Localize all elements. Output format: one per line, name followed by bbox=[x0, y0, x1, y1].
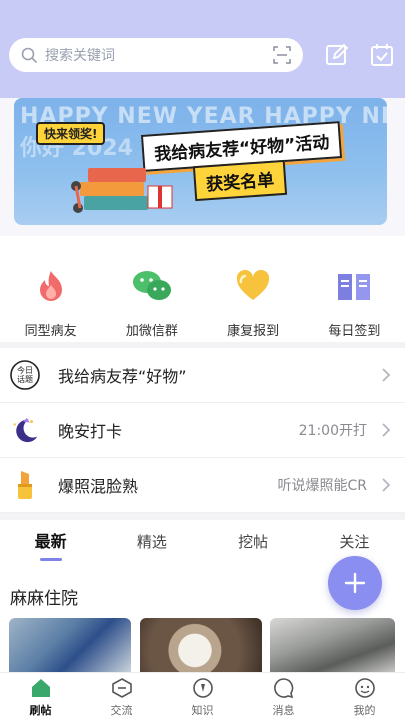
books-gift-illustration bbox=[71, 168, 173, 213]
banner-tag: 快来领奖! bbox=[36, 122, 106, 145]
list-item-meta: 听说爆照能CR bbox=[277, 478, 367, 494]
nav-label: 知识 bbox=[191, 704, 214, 717]
chevron-right-icon bbox=[382, 423, 391, 437]
nav-item-messages[interactable]: 消息 bbox=[243, 673, 324, 720]
svg-text:今日: 今日 bbox=[17, 365, 33, 375]
calendar-check-icon[interactable] bbox=[370, 43, 394, 67]
post-image[interactable] bbox=[270, 618, 395, 672]
chat-minus-icon bbox=[111, 678, 132, 698]
nav-item-profile[interactable]: 我的 bbox=[324, 673, 405, 720]
nav-label: 刷帖 bbox=[29, 704, 52, 717]
banner-subline: 获奖名单 bbox=[192, 159, 288, 202]
tab-label: 关注 bbox=[339, 533, 370, 551]
profile-icon bbox=[354, 678, 375, 698]
moon-icon bbox=[10, 415, 40, 445]
quick-item-label: 康复报到 bbox=[227, 324, 280, 339]
post-image[interactable] bbox=[140, 618, 262, 672]
quick-item-recovery[interactable]: 康复报到 bbox=[203, 236, 304, 342]
svg-text:话题: 话题 bbox=[17, 374, 33, 384]
wechat-icon bbox=[132, 266, 172, 306]
list-item-title: 我给病友荐“好物” bbox=[58, 367, 187, 386]
quick-item-wechat-group[interactable]: 加微信群 bbox=[101, 236, 202, 342]
edit-icon[interactable] bbox=[325, 43, 349, 67]
tab-label: 最新 bbox=[34, 532, 67, 551]
quick-item-daily-checkin[interactable]: 每日签到 bbox=[304, 236, 405, 342]
plus-icon bbox=[344, 572, 366, 594]
nav-label: 交流 bbox=[110, 704, 133, 717]
list-item[interactable]: 今日 话题 我给病友荐“好物” bbox=[0, 348, 405, 403]
add-post-button[interactable] bbox=[328, 556, 382, 610]
bottom-nav: 刷帖 交流 知识 消息 我的 bbox=[0, 672, 405, 720]
quick-item-label: 加微信群 bbox=[125, 324, 178, 339]
tab-dig[interactable]: 挖帖 bbox=[203, 520, 304, 566]
chevron-right-icon bbox=[382, 478, 391, 492]
list-item-title: 晚安打卡 bbox=[58, 422, 123, 441]
tab-label: 挖帖 bbox=[238, 533, 269, 551]
tab-latest[interactable]: 最新 bbox=[0, 520, 101, 566]
banner-area: HAPPY NEW YEAR HAPPY NE 你好 2024 快来领奖! 我给… bbox=[0, 98, 405, 236]
header-bar: 搜索关键词 bbox=[0, 0, 405, 98]
knowledge-icon bbox=[192, 678, 213, 698]
tab-underline bbox=[39, 558, 62, 561]
tab-label: 精选 bbox=[136, 533, 167, 551]
search-bar[interactable]: 搜索关键词 bbox=[9, 38, 303, 72]
scan-icon[interactable] bbox=[273, 46, 291, 64]
list-item-title: 爆照混脸熟 bbox=[58, 477, 139, 496]
post-title: 麻麻住院 bbox=[10, 589, 78, 609]
promo-banner[interactable]: HAPPY NEW YEAR HAPPY NE 你好 2024 快来领奖! 我给… bbox=[14, 98, 387, 225]
book-icon bbox=[334, 266, 374, 306]
chevron-right-icon bbox=[382, 368, 391, 382]
nav-item-posts[interactable]: 刷帖 bbox=[0, 673, 81, 720]
topic-list: 今日 话题 我给病友荐“好物” 晚安打卡 21:00开打 爆照混脸熟 听说爆照能C… bbox=[0, 348, 405, 513]
today-topic-icon: 今日 话题 bbox=[10, 360, 40, 390]
quick-access-row: 同型病友 加微信群 康复报到 每日签到 bbox=[0, 236, 405, 342]
nav-item-knowledge[interactable]: 知识 bbox=[162, 673, 243, 720]
tab-featured[interactable]: 精选 bbox=[101, 520, 202, 566]
search-placeholder: 搜索关键词 bbox=[45, 48, 115, 64]
nav-label: 我的 bbox=[353, 704, 376, 717]
message-icon bbox=[273, 678, 293, 699]
home-icon bbox=[31, 679, 50, 697]
nav-item-chat[interactable]: 交流 bbox=[81, 673, 162, 720]
nav-label: 消息 bbox=[272, 704, 295, 717]
list-item-meta: 21:00开打 bbox=[298, 423, 367, 439]
list-item[interactable]: 爆照混脸熟 听说爆照能CR bbox=[0, 458, 405, 513]
quick-item-same-type[interactable]: 同型病友 bbox=[0, 236, 101, 342]
lipstick-icon bbox=[10, 470, 40, 500]
quick-item-label: 每日签到 bbox=[328, 324, 381, 339]
list-item[interactable]: 晚安打卡 21:00开打 bbox=[0, 403, 405, 458]
quick-item-label: 同型病友 bbox=[24, 324, 77, 339]
heart-icon bbox=[233, 266, 273, 306]
post-image[interactable] bbox=[9, 618, 131, 672]
search-icon bbox=[21, 47, 37, 63]
flame-icon bbox=[31, 266, 71, 306]
